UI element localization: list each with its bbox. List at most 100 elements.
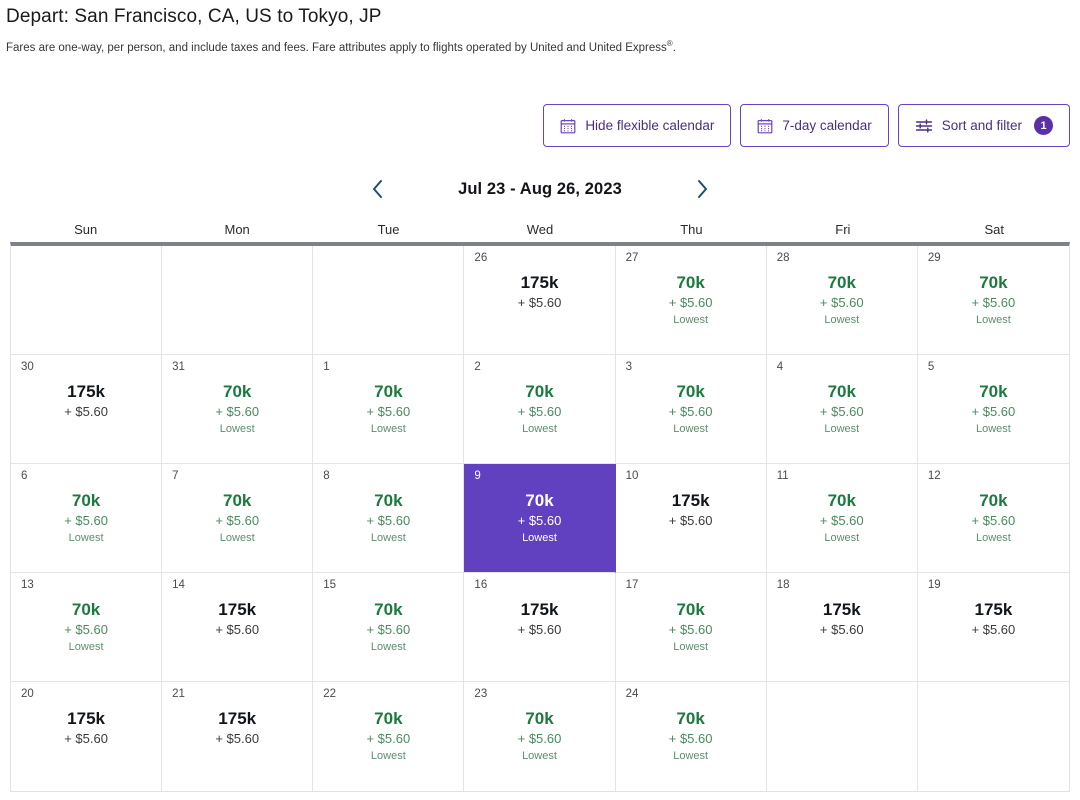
calendar-day-number: 4 bbox=[776, 361, 784, 373]
calendar-cell[interactable]: 11 70k + $5.60 Lowest bbox=[766, 464, 918, 573]
calendar-cell-empty bbox=[313, 246, 465, 355]
fare-taxes: + $5.60 bbox=[668, 621, 713, 637]
fare-info: 70k + $5.60 Lowest bbox=[323, 483, 453, 573]
lowest-fare-tag: Lowest bbox=[68, 532, 104, 545]
calendar-cell[interactable]: 19 175k + $5.60 bbox=[917, 573, 1069, 682]
flexible-fare-calendar-page: Depart: San Francisco, CA, US to Tokyo, … bbox=[0, 0, 1080, 800]
calendar-day-number: 5 bbox=[927, 361, 935, 373]
lowest-fare-tag: Lowest bbox=[370, 750, 406, 763]
calendar-week-row: 6 70k + $5.60 Lowest 7 70k + $5.60 Lowest 8 70k + … bbox=[11, 464, 1069, 573]
fare-info: 70k + $5.60 Lowest bbox=[474, 701, 604, 792]
fare-miles: 70k bbox=[676, 708, 705, 728]
fare-taxes: + $5.60 bbox=[517, 294, 562, 310]
calendar-cell[interactable]: 29 70k + $5.60 Lowest bbox=[917, 246, 1069, 355]
lowest-fare-tag: Lowest bbox=[370, 532, 406, 545]
calendar-cell[interactable]: 8 70k + $5.60 Lowest bbox=[313, 464, 465, 573]
seven-day-calendar-button[interactable]: 7-day calendar bbox=[740, 104, 889, 147]
fare-info: 175k + $5.60 bbox=[172, 592, 302, 682]
calendar-day-number: 30 bbox=[21, 361, 34, 373]
fare-miles: 175k bbox=[520, 599, 559, 619]
fare-miles: 70k bbox=[71, 490, 101, 510]
calendar-cell[interactable]: 28 70k + $5.60 Lowest bbox=[766, 246, 918, 355]
calendar-cell[interactable]: 7 70k + $5.60 Lowest bbox=[162, 464, 314, 573]
fare-info: 70k + $5.60 Lowest bbox=[777, 483, 907, 573]
fare-miles: 70k bbox=[676, 272, 705, 292]
fare-miles: 70k bbox=[676, 381, 705, 401]
lowest-fare-tag: Lowest bbox=[673, 750, 709, 763]
calendar-day-number: 6 bbox=[21, 470, 28, 482]
calendar-week-row: 30 175k + $5.60 31 70k + $5.60 Lowest 1 70k + $5.… bbox=[11, 355, 1069, 464]
fare-info: 175k + $5.60 bbox=[777, 592, 907, 682]
sort-and-filter-button[interactable]: Sort and filter 1 bbox=[897, 104, 1070, 147]
fare-miles: 70k bbox=[374, 381, 403, 401]
calendar-cell[interactable]: 10 175k + $5.60 bbox=[615, 464, 767, 573]
calendar-cell[interactable]: 12 70k + $5.60 Lowest bbox=[917, 464, 1069, 573]
calendar-day-number: 31 bbox=[172, 361, 185, 373]
weekday-header-sat: Sat bbox=[984, 222, 1005, 237]
calendar-cell[interactable]: 18 175k + $5.60 bbox=[766, 573, 918, 682]
fare-taxes: + $5.60 bbox=[64, 512, 108, 528]
lowest-fare-tag: Lowest bbox=[673, 641, 709, 654]
fare-miles: 70k bbox=[979, 381, 1008, 401]
fare-taxes: + $5.60 bbox=[819, 403, 864, 419]
fare-miles: 175k bbox=[671, 490, 710, 510]
calendar-cell[interactable]: 3 70k + $5.60 Lowest bbox=[615, 355, 767, 464]
calendar-cell[interactable]: 15 70k + $5.60 Lowest bbox=[313, 573, 465, 682]
calendar-cell[interactable]: 31 70k + $5.60 Lowest bbox=[162, 355, 314, 464]
calendar-cell[interactable]: 14 175k + $5.60 bbox=[162, 573, 314, 682]
fare-taxes: + $5.60 bbox=[971, 403, 1016, 419]
calendar-cell[interactable]: 13 70k + $5.60 Lowest bbox=[11, 573, 163, 682]
fare-info: 70k + $5.60 Lowest bbox=[626, 701, 756, 792]
fare-taxes: + $5.60 bbox=[971, 621, 1016, 637]
fare-miles: 70k bbox=[525, 708, 554, 728]
calendar-day-number: 27 bbox=[625, 252, 639, 264]
calendar-cell[interactable]: 17 70k + $5.60 Lowest bbox=[615, 573, 767, 682]
hide-flexible-calendar-button[interactable]: Hide flexible calendar bbox=[543, 104, 732, 147]
fare-miles: 175k bbox=[974, 599, 1013, 619]
fare-info: 70k + $5.60 Lowest bbox=[323, 374, 453, 464]
fare-info: 70k + $5.60 Lowest bbox=[928, 265, 1059, 355]
calendar-cell[interactable]: 4 70k + $5.60 Lowest bbox=[766, 355, 918, 464]
calendar-cell[interactable]: 20 175k + $5.60 bbox=[11, 682, 163, 792]
calendar-icon bbox=[560, 118, 576, 134]
fare-miles: 70k bbox=[223, 490, 252, 510]
fare-taxes: + $5.60 bbox=[819, 621, 864, 637]
fare-calendar-grid: 26 175k + $5.60 27 70k + $5.60 Lowest 28 70k + $5… bbox=[10, 242, 1070, 792]
fare-info: 70k + $5.60 Lowest bbox=[777, 265, 907, 355]
next-dates-button[interactable] bbox=[688, 176, 716, 202]
calendar-day-number: 22 bbox=[323, 688, 337, 700]
fare-info: 70k + $5.60 Lowest bbox=[172, 483, 302, 573]
fare-disclaimer-period: . bbox=[672, 41, 676, 54]
calendar-day-number: 20 bbox=[21, 688, 34, 700]
calendar-cell[interactable]: 26 175k + $5.60 bbox=[464, 246, 616, 355]
calendar-cell[interactable]: 22 70k + $5.60 Lowest bbox=[313, 682, 465, 791]
calendar-cell-empty bbox=[917, 682, 1069, 791]
lowest-fare-tag: Lowest bbox=[824, 314, 860, 327]
calendar-cell[interactable]: 5 70k + $5.60 Lowest bbox=[917, 355, 1069, 464]
calendar-day-number: 11 bbox=[776, 470, 789, 482]
weekday-header-tue: Tue bbox=[377, 222, 400, 237]
calendar-cell-selected[interactable]: 9 70k + $5.60 Lowest bbox=[464, 464, 616, 573]
fare-miles: 70k bbox=[223, 381, 252, 401]
calendar-cell[interactable]: 24 70k + $5.60 Lowest bbox=[615, 682, 767, 792]
calendar-cell[interactable]: 1 70k + $5.60 Lowest bbox=[313, 355, 465, 464]
weekday-header-thu: Thu bbox=[680, 222, 703, 237]
lowest-fare-tag: Lowest bbox=[522, 750, 557, 763]
calendar-cell[interactable]: 21 175k + $5.60 bbox=[162, 682, 314, 791]
fare-taxes: + $5.60 bbox=[668, 512, 713, 528]
fare-info: 175k + $5.60 bbox=[21, 701, 151, 792]
calendar-day-number: 28 bbox=[776, 252, 790, 264]
calendar-cell[interactable]: 6 70k + $5.60 Lowest bbox=[11, 464, 163, 573]
fare-miles: 70k bbox=[525, 381, 554, 401]
fare-taxes: + $5.60 bbox=[668, 403, 713, 419]
calendar-cell[interactable]: 27 70k + $5.60 Lowest bbox=[615, 246, 767, 355]
lowest-fare-tag: Lowest bbox=[522, 532, 557, 545]
fare-miles: 175k bbox=[218, 599, 257, 619]
calendar-cell[interactable]: 16 175k + $5.60 bbox=[464, 573, 616, 682]
calendar-cell[interactable]: 2 70k + $5.60 Lowest bbox=[464, 355, 616, 464]
fare-info: 70k + $5.60 Lowest bbox=[626, 374, 756, 464]
calendar-cell[interactable]: 30 175k + $5.60 bbox=[11, 355, 163, 464]
calendar-cell[interactable]: 23 70k + $5.60 Lowest bbox=[464, 682, 616, 792]
previous-dates-button[interactable] bbox=[364, 176, 392, 202]
lowest-fare-tag: Lowest bbox=[673, 314, 709, 327]
